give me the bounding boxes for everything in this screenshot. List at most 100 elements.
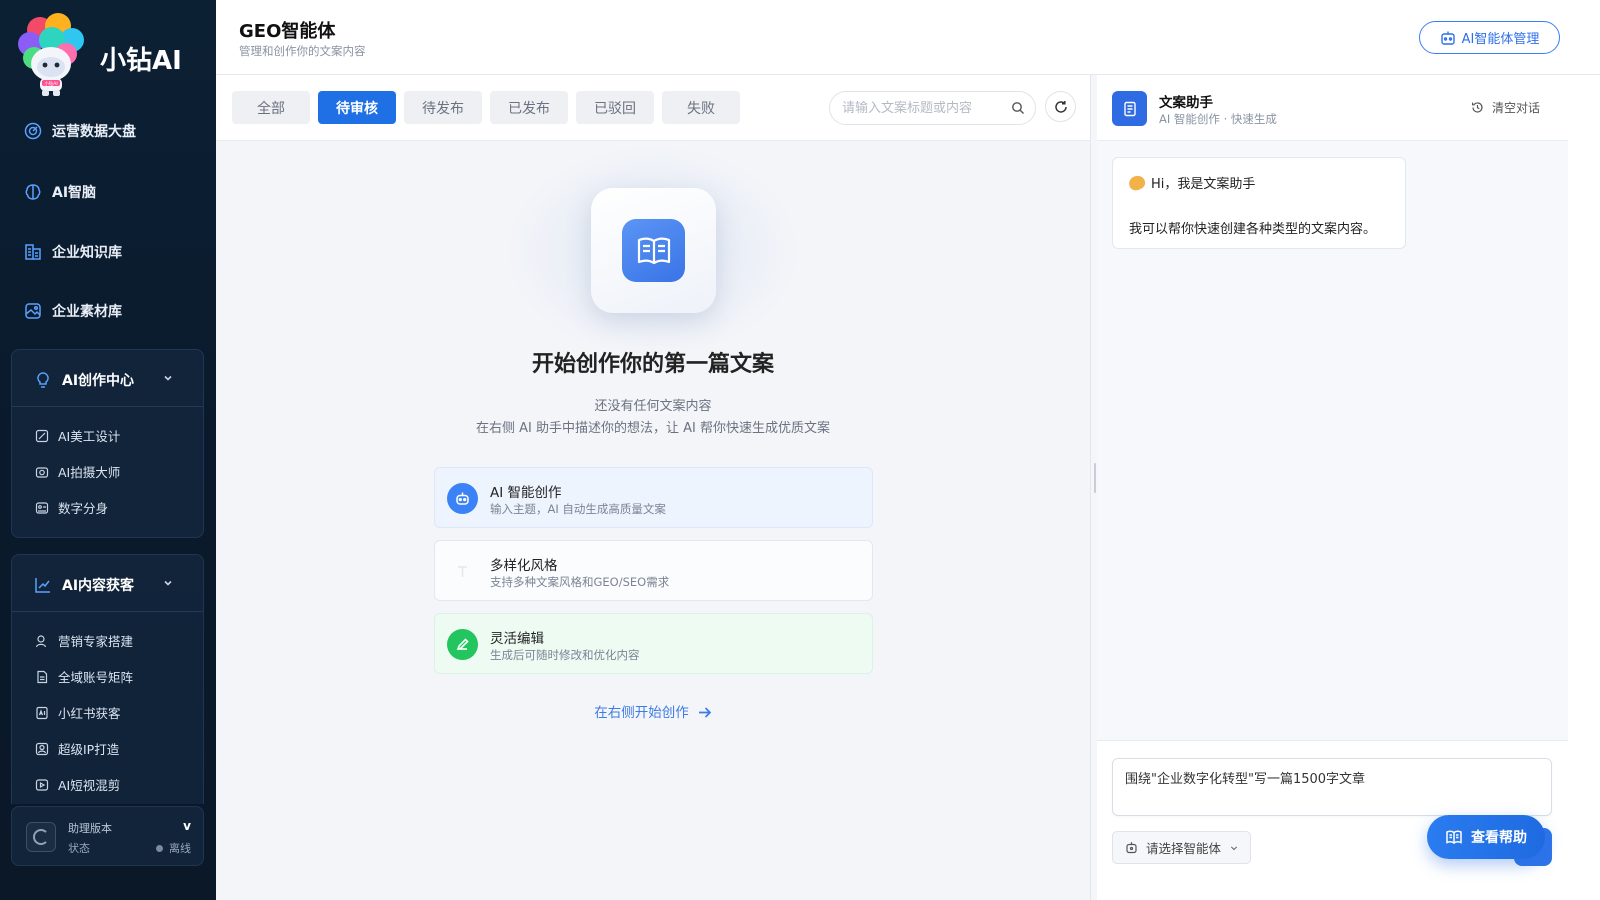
design-icon <box>35 429 49 442</box>
agent-manage-button[interactable]: AI智能体管理 <box>1419 21 1560 54</box>
logo-badge-text: 小钻AI <box>44 80 57 87</box>
message-text: 我可以帮你快速创建各种类型的文案内容。 <box>1129 222 1377 237</box>
feature-description: 输入主题，AI 自动生成高质量文案 <box>490 502 666 516</box>
page-title: GEO智能体 <box>239 21 336 42</box>
document-icon <box>1112 91 1147 126</box>
refresh-button[interactable] <box>1045 91 1076 122</box>
sub-item-label: AI美工设计 <box>58 429 121 444</box>
sidebar-item-account-matrix[interactable]: 全域账号矩阵 <box>35 667 133 686</box>
assistant-title: 文案助手 <box>1159 95 1213 111</box>
tab-pending-publish[interactable]: 待发布 <box>404 91 482 124</box>
avatar-icon <box>35 501 49 514</box>
pencil-icon <box>447 629 478 660</box>
loading-icon <box>26 822 56 852</box>
version-value: v <box>183 819 191 833</box>
group-toggle-content-growth[interactable]: AI内容获客 <box>34 575 184 595</box>
brand[interactable]: 小钻AI <box>18 10 84 96</box>
book-open-icon <box>1446 830 1462 844</box>
sub-item-label: 营销专家搭建 <box>58 634 134 649</box>
start-creating-link[interactable]: 在右侧开始创作 <box>216 701 1090 721</box>
history-icon <box>1472 102 1483 113</box>
chevron-down-icon <box>1230 845 1238 850</box>
refresh-icon <box>1054 100 1067 113</box>
tab-published[interactable]: 已发布 <box>490 91 568 124</box>
feature-description: 支持多种文案风格和GEO/SEO需求 <box>490 575 670 589</box>
prompt-text: 围绕"企业数字化转型"写一篇1500字文章 <box>1125 772 1366 787</box>
sidebar-item-label: 企业知识库 <box>52 245 122 261</box>
empty-state: 开始创作你的第一篇文案 还没有任何文案内容 在右侧 AI 助手中描述你的想法，让… <box>216 136 1090 900</box>
group-toggle-ai-creation[interactable]: AI创作中心 <box>34 370 184 390</box>
agent-icon <box>1440 31 1455 45</box>
sidebar-item-xiaohongshu[interactable]: 小红书获客 <box>35 703 121 722</box>
group-label: AI创作中心 <box>62 373 135 389</box>
agent-icon <box>1126 842 1137 854</box>
sidebar-item-marketing-expert[interactable]: 营销专家搭建 <box>35 631 133 650</box>
agent-select[interactable]: 请选择智能体 <box>1112 831 1251 864</box>
sidebar-item-label: AI智脑 <box>52 185 97 201</box>
tab-failed[interactable]: 失败 <box>662 91 740 124</box>
agent-select-label: 请选择智能体 <box>1146 841 1222 856</box>
sub-item-label: 数字分身 <box>58 501 109 516</box>
clear-chat-button[interactable]: 清空对话 <box>1471 99 1540 116</box>
sub-item-label: AI拍摄大师 <box>58 465 121 480</box>
image-icon <box>25 303 41 319</box>
dashboard-icon <box>24 122 42 140</box>
ai-doc-icon <box>36 706 48 719</box>
divider <box>12 406 203 407</box>
text-icon <box>447 556 478 587</box>
tab-label: 待审核 <box>336 100 378 117</box>
robot-icon <box>447 483 478 514</box>
wave-hand-icon <box>1127 173 1147 193</box>
sidebar-item-assets[interactable]: 企业素材库 <box>24 301 122 321</box>
help-button-label: 查看帮助 <box>1471 830 1527 846</box>
assistant-header: 文案助手 AI 智能创作 · 快速生成 清空对话 <box>1097 75 1568 141</box>
arrow-right-icon <box>698 707 711 718</box>
group-label: AI内容获客 <box>62 578 135 594</box>
chevron-down-icon <box>164 580 172 586</box>
sidebar-item-knowledge[interactable]: 企业知识库 <box>24 242 122 262</box>
search-input[interactable] <box>842 92 1007 124</box>
divider <box>12 611 203 612</box>
feature-title: 多样化风格 <box>490 558 558 574</box>
sidebar-item-digital-avatar[interactable]: 数字分身 <box>35 498 108 517</box>
version-label: 助理版本 <box>68 822 112 835</box>
help-button[interactable]: 查看帮助 <box>1427 815 1545 859</box>
sidebar-item-super-ip[interactable]: 超级IP打造 <box>35 739 119 758</box>
feature-card-editing: 灵活编辑 生成后可随时修改和优化内容 <box>434 613 873 674</box>
sidebar-item-ai-brain[interactable]: AI智脑 <box>24 182 96 202</box>
chart-icon <box>35 578 50 593</box>
brain-icon <box>25 184 41 200</box>
sidebar-item-video-mix[interactable]: AI短视混剪 <box>35 775 120 794</box>
feature-description: 生成后可随时修改和优化内容 <box>490 648 640 662</box>
hero-illustration <box>591 188 716 313</box>
video-icon <box>35 778 49 791</box>
status-dot-icon <box>156 844 163 852</box>
sidebar-item-ai-design[interactable]: AI美工设计 <box>35 426 120 445</box>
empty-description-hint: 在右侧 AI 助手中描述你的想法，让 AI 帮你快速生成优质文案 <box>476 421 830 436</box>
greeting-text: Hi，我是文案助手 <box>1151 177 1256 192</box>
camera-icon <box>35 466 49 478</box>
brand-name: 小钻AI <box>100 46 182 76</box>
assistant-subtitle: AI 智能创作 · 快速生成 <box>1159 112 1277 126</box>
tab-label: 全部 <box>257 100 285 117</box>
document-icon <box>37 670 48 683</box>
sidebar-group-content-growth: AI内容获客 营销专家搭建 全域账号矩阵 小红书获客 超级IP打造 AI短视混剪 <box>11 554 204 804</box>
feature-title: 灵活编辑 <box>490 631 544 647</box>
sidebar-item-dashboard[interactable]: 运营数据大盘 <box>24 121 136 141</box>
tab-pending-review[interactable]: 待审核 <box>318 91 396 124</box>
tab-label: 待发布 <box>422 100 464 117</box>
sidebar-item-ai-photo[interactable]: AI拍摄大师 <box>35 462 120 481</box>
tab-all[interactable]: 全部 <box>232 91 310 124</box>
assistant-message: Hi，我是文案助手 我可以帮你快速创建各种类型的文案内容。 <box>1112 157 1406 249</box>
resize-handle[interactable] <box>1094 463 1096 493</box>
search-box <box>829 91 1036 125</box>
tab-rejected[interactable]: 已驳回 <box>576 91 654 124</box>
sub-item-label: 小红书获客 <box>58 706 121 721</box>
assistant-status-card[interactable]: 助理版本 v 状态 离线 <box>11 806 204 866</box>
search-icon[interactable] <box>1011 101 1025 115</box>
scrollbar-track[interactable] <box>1568 75 1600 900</box>
sub-item-label: AI短视混剪 <box>58 778 121 793</box>
empty-description: 还没有任何文案内容 <box>594 399 712 414</box>
prompt-input[interactable]: 围绕"企业数字化转型"写一篇1500字文章 <box>1112 758 1552 816</box>
tab-label: 已驳回 <box>594 100 636 117</box>
